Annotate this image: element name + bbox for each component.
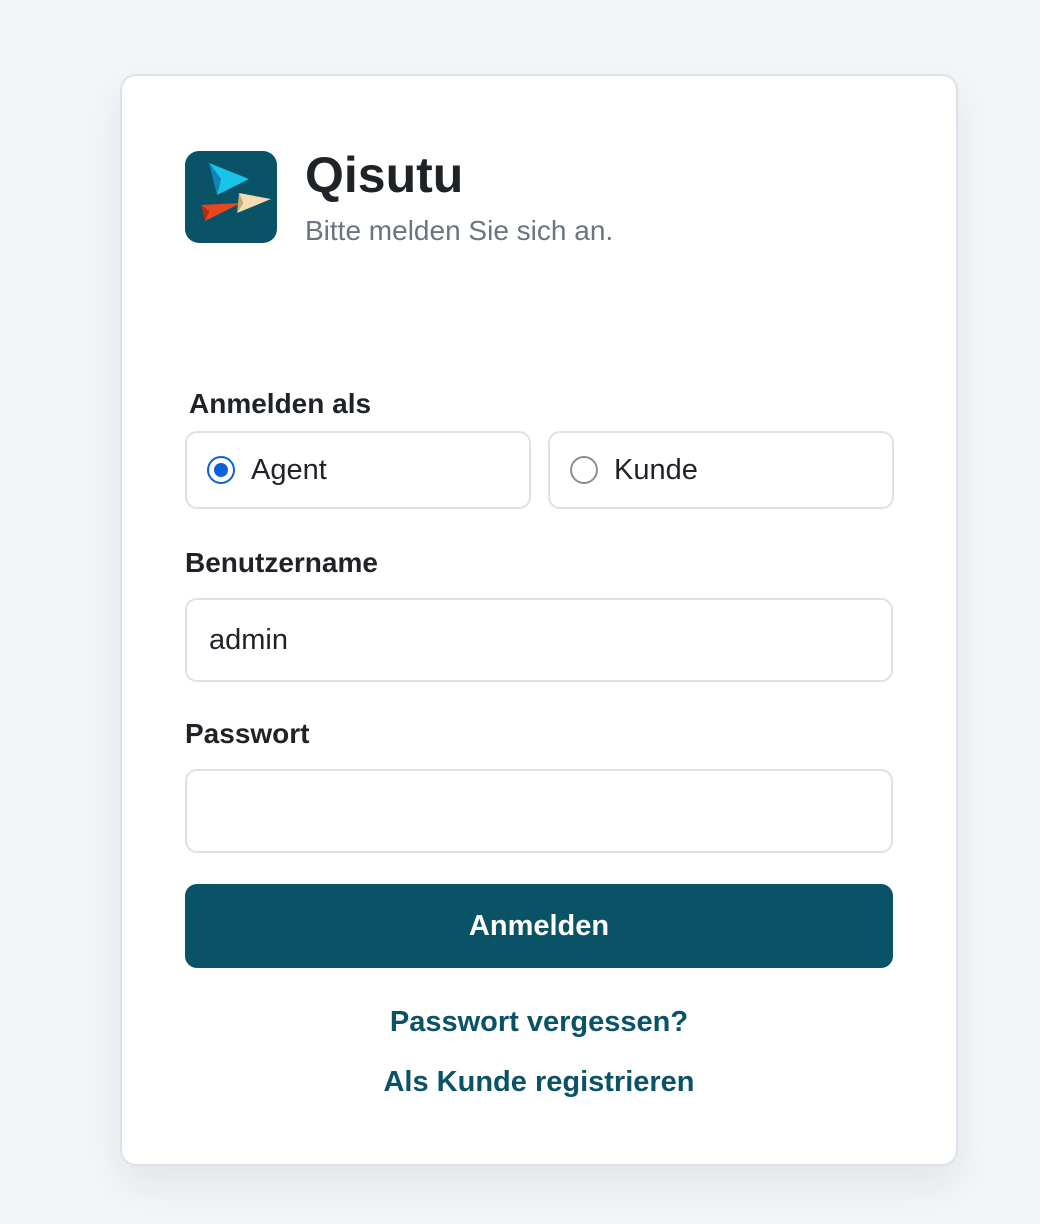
radio-agent-label: Agent bbox=[251, 453, 327, 486]
brand-header: Qisutu Bitte melden Sie sich an. bbox=[185, 147, 613, 247]
username-label: Benutzername bbox=[185, 547, 378, 578]
login-as-label: Anmelden als bbox=[189, 388, 372, 419]
app-name: Qisutu bbox=[305, 147, 464, 203]
paper-planes-logo-icon bbox=[185, 151, 277, 243]
password-label: Passwort bbox=[185, 718, 310, 749]
password-input[interactable] bbox=[185, 769, 893, 853]
radio-agent-indicator[interactable] bbox=[207, 456, 235, 484]
register-customer-link[interactable]: Als Kunde registrieren bbox=[122, 1066, 956, 1099]
username-input[interactable] bbox=[185, 598, 893, 682]
login-button[interactable]: Anmelden bbox=[185, 884, 893, 968]
radio-kunde-label: Kunde bbox=[614, 453, 698, 486]
brand-text: Qisutu Bitte melden Sie sich an. bbox=[305, 145, 613, 247]
radio-option-kunde[interactable]: Kunde bbox=[548, 431, 894, 509]
login-subtitle: Bitte melden Sie sich an. bbox=[305, 215, 614, 246]
login-card: Qisutu Bitte melden Sie sich an. Anmelde… bbox=[120, 74, 958, 1166]
radio-option-agent[interactable]: Agent bbox=[185, 431, 531, 509]
radio-kunde-indicator[interactable] bbox=[570, 456, 598, 484]
forgot-password-link[interactable]: Passwort vergessen? bbox=[122, 1006, 956, 1039]
